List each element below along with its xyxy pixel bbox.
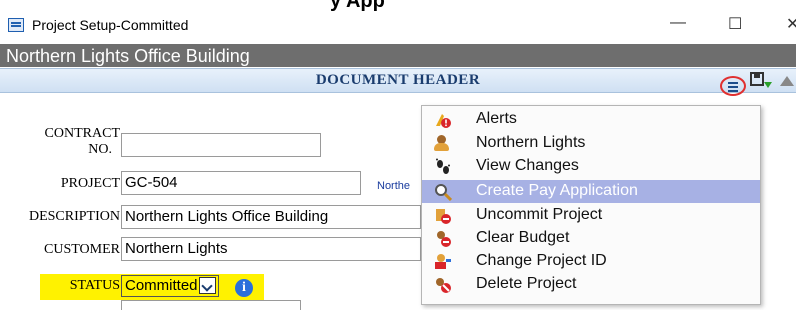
contract-no-input[interactable] <box>121 133 321 157</box>
menu-item-label: Northern Lights <box>476 134 586 151</box>
project-title: Northern Lights Office Building <box>6 46 250 66</box>
hamburger-menu-button[interactable] <box>720 76 746 96</box>
description-label: DESCRIPTION <box>28 209 120 224</box>
section-title: DOCUMENT HEADER <box>315 72 481 88</box>
menu-item-view-changes[interactable]: View Changes <box>422 155 760 178</box>
project-name-link[interactable]: Northe <box>377 180 410 192</box>
menu-item-clear-budget[interactable]: Clear Budget <box>422 227 760 250</box>
chevron-down-icon[interactable] <box>199 277 216 294</box>
download-arrow-icon <box>764 82 772 88</box>
menu-item-label: Alerts <box>476 110 517 127</box>
project-label: PROJECT <box>60 176 120 191</box>
menu-item-label: Create Pay Application <box>476 182 638 199</box>
app-window-icon <box>8 18 24 32</box>
menu-item-label: Clear Budget <box>476 229 570 246</box>
menu-item-delete-project[interactable]: Delete Project <box>422 273 760 296</box>
menu-item-create-pay-application[interactable]: Create Pay Application <box>422 180 760 203</box>
menu-item-label: Change Project ID <box>476 252 607 269</box>
contract-label-line2: NO. <box>88 142 112 157</box>
window-title: Project Setup-Committed <box>32 17 189 33</box>
info-icon[interactable]: i <box>235 279 253 297</box>
next-field-input[interactable] <box>121 300 301 310</box>
customer-input[interactable]: Northern Lights <box>121 237 421 261</box>
customer-icon <box>434 135 452 153</box>
close-button[interactable]: ✕ <box>786 14 796 34</box>
alert-icon <box>436 114 451 128</box>
menu-item-alerts[interactable]: Alerts <box>422 108 760 131</box>
clear-budget-icon <box>437 231 451 247</box>
menu-item-northern-lights[interactable]: Northern Lights <box>422 132 760 155</box>
contract-label-line1: CONTRACT <box>44 126 120 141</box>
menu-item-change-project-id[interactable]: Change Project ID <box>422 250 760 273</box>
menu-item-label: Delete Project <box>476 275 577 292</box>
save-icon[interactable] <box>750 72 764 86</box>
customer-label: CUSTOMER <box>44 242 120 257</box>
delete-project-icon <box>436 278 451 293</box>
uncommit-icon <box>436 209 451 224</box>
status-label: STATUS <box>69 278 120 293</box>
project-id-input[interactable]: GC-504 <box>121 171 361 195</box>
footprints-icon <box>436 158 450 174</box>
collapse-triangle-icon[interactable] <box>780 76 794 86</box>
menu-item-label: View Changes <box>476 157 579 174</box>
minimize-button[interactable]: — <box>670 14 686 32</box>
change-id-icon <box>435 254 451 269</box>
contract-label: CONTRACT NO. <box>34 126 120 158</box>
menu-item-label: Uncommit Project <box>476 206 603 223</box>
maximize-button[interactable]: ☐ <box>728 14 742 34</box>
magnifier-icon <box>435 184 452 201</box>
description-input[interactable]: Northern Lights Office Building <box>121 205 421 229</box>
actions-dropdown-menu: Alerts Northern Lights View Changes Crea… <box>421 105 761 305</box>
menu-item-uncommit-project[interactable]: Uncommit Project <box>422 204 760 227</box>
